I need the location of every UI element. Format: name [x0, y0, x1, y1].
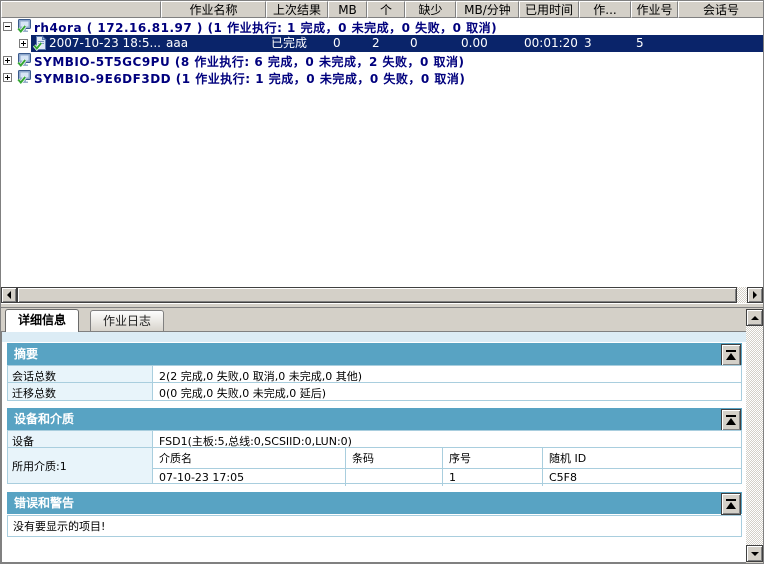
- summary-row-migrations: 迁移总数 0(0 完成,0 失败,0 未完成,0 延后): [7, 383, 742, 401]
- column-header-last-result[interactable]: 上次结果: [266, 1, 328, 18]
- summary-label: 会话总数: [8, 366, 153, 383]
- section-title: 设备和介质: [14, 412, 75, 426]
- arrow-right-icon: [753, 291, 757, 299]
- media-col-barcode: 条码: [346, 448, 443, 469]
- errors-empty-message: 没有要显示的项目!: [7, 515, 742, 537]
- column-header-missing[interactable]: 缺少: [405, 1, 456, 18]
- tree-row-job-selected[interactable]: 2007-10-23 18:5... aaa 已完成 0 2 0 0.00 00…: [1, 35, 763, 52]
- column-header-session-id[interactable]: 会话号: [678, 1, 763, 18]
- media-cell-serial: 1: [443, 469, 543, 486]
- media-table: 介质名 条码 序号 随机 ID 07-10-23 17:05 1 C5F8: [153, 448, 741, 486]
- tree-row-symbio-1[interactable]: SYMBIO-5T5GC9PU (8 作业执行: 6 完成，0 未完成，2 失败…: [1, 52, 763, 69]
- section-title: 错误和警告: [14, 496, 75, 510]
- tab-job-log[interactable]: 作业日志: [90, 310, 165, 331]
- media-col-serial: 序号: [443, 448, 543, 469]
- column-header-job-name[interactable]: 作业名称: [161, 1, 266, 18]
- horizontal-scroll-thumb[interactable]: [17, 287, 737, 303]
- media-table-row[interactable]: 07-10-23 17:05 1 C5F8: [153, 469, 741, 486]
- arrow-up-icon: [750, 315, 759, 320]
- collapse-devices-button[interactable]: [721, 409, 741, 431]
- vertical-scrollbar[interactable]: [746, 309, 763, 562]
- device-row: 设备 FSD1(主板:5,总线:0,SCSIID:0,LUN:0): [7, 430, 742, 448]
- section-header-errors: 错误和警告: [7, 492, 742, 515]
- job-controller-window: 作业名称 上次结果 MB 个 缺少 MB/分钟 已用时间 作... 作业号 会话…: [0, 0, 764, 564]
- details-content: 摘要 会话总数 2(2 完成,0 失败,0 取消,0 未完成,0 其他) 迁移总…: [1, 331, 746, 563]
- collapse-errors-button[interactable]: [721, 493, 741, 515]
- column-header-mb[interactable]: MB: [328, 1, 367, 18]
- summary-value: 0(0 完成,0 失败,0 未完成,0 延后): [159, 387, 327, 400]
- section-header-summary: 摘要: [7, 343, 742, 366]
- column-header-count[interactable]: 个: [367, 1, 405, 18]
- job-cell-mb: 0: [333, 36, 341, 50]
- job-cell-name: aaa: [166, 36, 189, 50]
- collapse-icon: [726, 350, 736, 352]
- scroll-left-button[interactable]: [1, 287, 17, 303]
- column-header-tree[interactable]: [1, 1, 161, 18]
- section-header-devices: 设备和介质: [7, 408, 742, 431]
- column-header-truncated[interactable]: 作...: [579, 1, 631, 18]
- media-col-name: 介质名: [153, 448, 346, 469]
- media-table-header: 介质名 条码 序号 随机 ID: [153, 448, 741, 469]
- job-cell-date: 2007-10-23 18:5...: [49, 36, 161, 50]
- arrow-left-icon: [7, 291, 11, 299]
- scroll-up-button[interactable]: [746, 309, 763, 326]
- job-table-header: 作业名称 上次结果 MB 个 缺少 MB/分钟 已用时间 作... 作业号 会话…: [1, 1, 763, 18]
- job-cell-session-id: [678, 35, 763, 52]
- column-header-job-id[interactable]: 作业号: [631, 1, 678, 18]
- scroll-down-button[interactable]: [746, 545, 763, 562]
- media-cell-name: 07-10-23 17:05: [153, 469, 346, 486]
- job-cell-truncated: 3: [584, 36, 592, 50]
- tree-row-rh4ora[interactable]: rh4ora ( 172.16.81.97 ) (1 作业执行: 1 完成，0 …: [1, 18, 763, 35]
- media-cell-random-id: C5F8: [549, 471, 578, 484]
- job-cell-count: 2: [372, 36, 380, 50]
- collapse-icon: [726, 499, 736, 501]
- media-cell-barcode: [346, 469, 443, 486]
- job-table-panel: 作业名称 上次结果 MB 个 缺少 MB/分钟 已用时间 作... 作业号 会话…: [1, 1, 763, 287]
- device-value: FSD1(主板:5,总线:0,SCSIID:0,LUN:0): [159, 435, 352, 447]
- expander-minus-icon[interactable]: [3, 22, 12, 31]
- column-header-elapsed[interactable]: 已用时间: [519, 1, 579, 18]
- horizontal-scrollbar[interactable]: [1, 287, 763, 303]
- job-cell-last-result: 已完成: [271, 36, 308, 50]
- expander-plus-icon[interactable]: [3, 73, 12, 82]
- job-cell-job-id: 5: [636, 36, 644, 50]
- collapse-icon: [726, 418, 736, 425]
- details-tab-bar: 详细信息 作业日志: [1, 309, 746, 332]
- collapse-icon: [726, 353, 736, 360]
- client-computer-icon: [16, 18, 32, 34]
- group-row-label: rh4ora ( 172.16.81.97 ) (1 作业执行: 1 完成，0 …: [34, 21, 498, 35]
- client-computer-icon: [16, 69, 32, 85]
- column-header-mb-per-min[interactable]: MB/分钟: [456, 1, 519, 18]
- section-title: 摘要: [14, 347, 39, 361]
- client-computer-icon: [16, 52, 32, 68]
- media-used-label: 所用介质:1: [8, 448, 153, 483]
- details-top-strip: [2, 332, 746, 342]
- job-cell-missing: 0: [410, 36, 418, 50]
- collapse-icon: [726, 502, 736, 509]
- collapse-summary-button[interactable]: [721, 344, 741, 366]
- arrow-down-icon: [750, 551, 759, 556]
- media-row: 所用介质:1 介质名 条码 序号 随机 ID 07-10-23 17:05 1 …: [7, 448, 742, 486]
- selected-job-cells: 2007-10-23 18:5... aaa 已完成 0 2 0 0.00 00…: [1, 35, 763, 52]
- media-col-random-id: 随机 ID: [543, 448, 741, 469]
- summary-value: 2(2 完成,0 失败,0 取消,0 未完成,0 其他): [159, 370, 363, 382]
- job-cell-elapsed: 00:01:20: [524, 36, 578, 50]
- details-panel: 详细信息 作业日志 摘要 会话总数 2(2 完成,0 失败,0 取消,0 未完成…: [1, 308, 763, 563]
- device-label: 设备: [8, 431, 153, 448]
- tree-row-symbio-2[interactable]: SYMBIO-9E6DF3DD (1 作业执行: 1 完成，0 未完成，0 失败…: [1, 69, 763, 86]
- job-cell-mb-per-min: 0.00: [461, 36, 488, 50]
- expander-plus-icon[interactable]: [3, 56, 12, 65]
- group-row-label: SYMBIO-9E6DF3DD (1 作业执行: 1 完成，0 未完成，0 失败…: [34, 72, 466, 86]
- collapse-icon: [726, 415, 736, 417]
- tab-details[interactable]: 详细信息: [5, 309, 80, 332]
- summary-row-sessions: 会话总数 2(2 完成,0 失败,0 取消,0 未完成,0 其他): [7, 365, 742, 383]
- scroll-right-button[interactable]: [747, 287, 763, 303]
- summary-label: 迁移总数: [8, 383, 153, 400]
- group-row-label: SYMBIO-5T5GC9PU (8 作业执行: 6 完成，0 未完成，2 失败…: [34, 55, 465, 69]
